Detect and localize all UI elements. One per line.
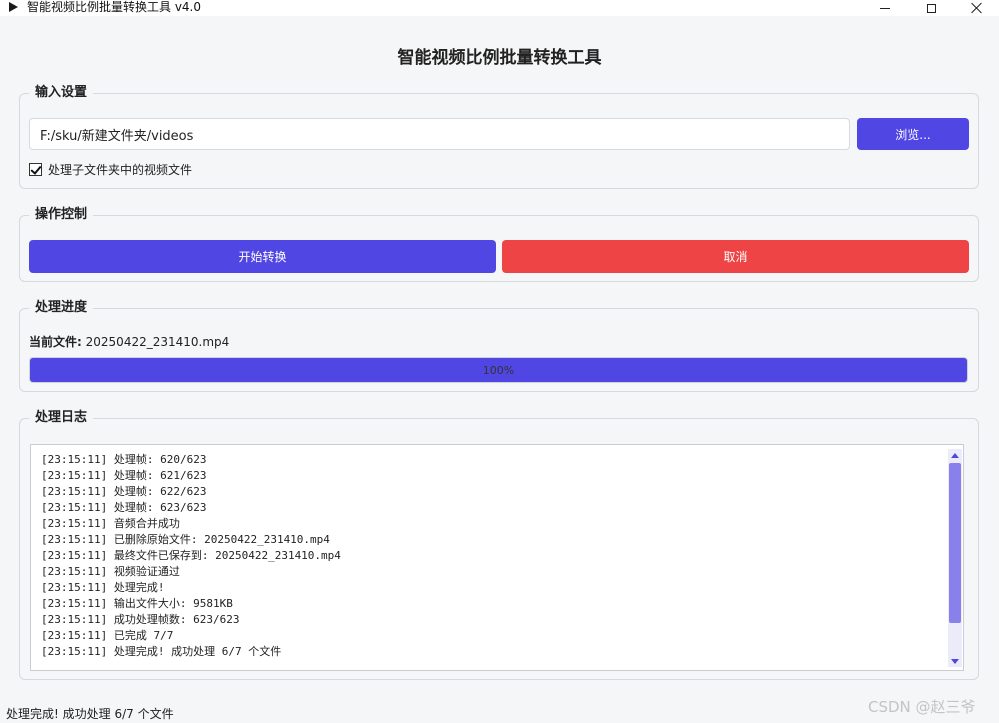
log-line: [23:15:11] 处理帧: 620/623 bbox=[41, 453, 207, 466]
progress-bar: 100% bbox=[29, 357, 968, 383]
folder-path-input[interactable] bbox=[29, 118, 850, 150]
log-line: [23:15:11] 处理完成! bbox=[41, 581, 165, 594]
log-title: 处理日志 bbox=[29, 409, 94, 427]
log-line: [23:15:11] 处理帧: 623/623 bbox=[41, 501, 207, 514]
operation-control-group: 操作控制 开始转换 取消 bbox=[19, 206, 979, 282]
minimize-icon bbox=[880, 7, 890, 9]
log-line: [23:15:11] 成功处理帧数: 623/623 bbox=[41, 613, 240, 626]
maximize-button[interactable] bbox=[908, 0, 954, 16]
log-lines: [23:15:11] 处理帧: 620/623 [23:15:11] 处理帧: 6… bbox=[41, 452, 941, 660]
log-group: 处理日志 [23:15:11] 处理帧: 620/623 [23:15:11] 处… bbox=[19, 409, 979, 680]
progress-percent: 100% bbox=[482, 363, 515, 377]
window-title: 智能视频比例批量转换工具 v4.0 bbox=[27, 0, 202, 14]
cancel-button[interactable]: 取消 bbox=[502, 240, 969, 273]
include-subfolders-checkbox[interactable] bbox=[29, 163, 42, 176]
scroll-thumb[interactable] bbox=[949, 463, 961, 623]
play-icon bbox=[9, 2, 18, 12]
arrow-down-icon bbox=[951, 658, 959, 664]
browse-button[interactable]: 浏览... bbox=[857, 118, 969, 150]
log-line: [23:15:11] 处理完成! 成功处理 6/7 个文件 bbox=[41, 645, 282, 658]
log-line: [23:15:11] 视频验证通过 bbox=[41, 565, 180, 578]
log-line: [23:15:11] 处理帧: 621/623 bbox=[41, 469, 207, 482]
close-icon bbox=[971, 2, 983, 14]
current-file-row: 当前文件: 20250422_231410.mp4 bbox=[29, 333, 229, 350]
log-line: [23:15:11] 处理帧: 622/623 bbox=[41, 485, 207, 498]
status-bar: 处理完成! 成功处理 6/7 个文件 bbox=[6, 707, 174, 721]
log-line: [23:15:11] 已删除原始文件: 20250422_231410.mp4 bbox=[41, 533, 330, 546]
progress-group: 处理进度 当前文件: 20250422_231410.mp4 100% bbox=[19, 299, 979, 392]
current-file-label: 当前文件: bbox=[29, 335, 82, 349]
operation-control-title: 操作控制 bbox=[29, 206, 94, 224]
minimize-button[interactable] bbox=[862, 0, 908, 16]
scroll-down-button[interactable] bbox=[948, 655, 962, 667]
include-subfolders-option[interactable]: 处理子文件夹中的视频文件 bbox=[29, 161, 192, 178]
app-heading: 智能视频比例批量转换工具 bbox=[397, 48, 602, 68]
scroll-up-button[interactable] bbox=[948, 449, 962, 461]
maximize-icon bbox=[926, 3, 936, 13]
watermark: CSDN @赵三爷 bbox=[868, 698, 976, 716]
start-convert-button[interactable]: 开始转换 bbox=[29, 240, 496, 273]
log-textarea[interactable]: [23:15:11] 处理帧: 620/623 [23:15:11] 处理帧: 6… bbox=[30, 444, 964, 671]
arrow-up-icon bbox=[951, 452, 959, 458]
current-file-name: 20250422_231410.mp4 bbox=[85, 335, 230, 349]
include-subfolders-label: 处理子文件夹中的视频文件 bbox=[48, 163, 193, 177]
log-line: [23:15:11] 音频合并成功 bbox=[41, 517, 180, 530]
input-settings-group: 输入设置 浏览... 处理子文件夹中的视频文件 bbox=[19, 84, 979, 189]
progress-title: 处理进度 bbox=[29, 299, 94, 317]
log-line: [23:15:11] 输出文件大小: 9581KB bbox=[41, 597, 233, 610]
log-line: [23:15:11] 最终文件已保存到: 20250422_231410.mp4 bbox=[41, 549, 341, 562]
close-button[interactable] bbox=[954, 0, 999, 16]
log-line: [23:15:11] 已完成 7/7 bbox=[41, 629, 174, 642]
log-scrollbar[interactable] bbox=[948, 449, 962, 667]
title-bar: 智能视频比例批量转换工具 v4.0 bbox=[0, 0, 999, 16]
input-settings-title: 输入设置 bbox=[29, 84, 94, 102]
